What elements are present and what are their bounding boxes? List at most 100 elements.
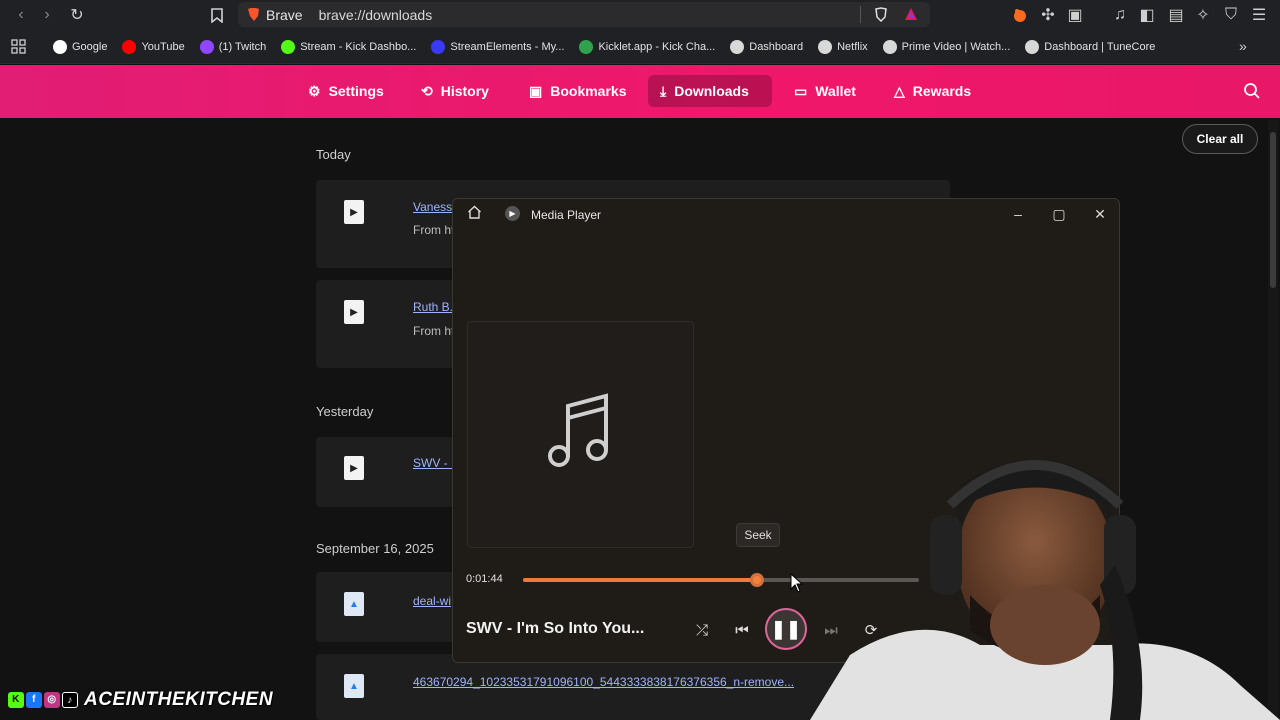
bookmark-label: YouTube (141, 41, 185, 53)
download-link[interactable]: SWV - I (413, 456, 454, 470)
channel-banner: K f ◎ ♪ ACEINTHEKITCHEN (8, 688, 273, 712)
bookmark-favicon-icon (281, 40, 296, 54)
bookmark-item[interactable]: Netflix (818, 40, 868, 54)
bookmark-item[interactable]: Kicklet.app - Kick Cha... (579, 40, 715, 54)
bookmark-item[interactable]: Dashboard | TuneCore (1025, 40, 1155, 54)
bookmarks-icon: ▣ (529, 82, 543, 99)
leo-ai-icon[interactable]: ✧ (1190, 2, 1216, 28)
seek-tooltip: Seek (736, 523, 780, 547)
bookmark-favicon-icon (818, 40, 833, 54)
url-text: brave://downloads (318, 6, 433, 23)
previous-track-icon[interactable]: ⏮ (731, 619, 753, 641)
download-link[interactable]: deal-wi (413, 594, 451, 608)
nav-rewards[interactable]: △ Rewards (882, 75, 983, 107)
bookmark-item[interactable]: (1) Twitch (199, 40, 266, 54)
nav-history[interactable]: ⟲ History (409, 75, 501, 107)
url-divider (860, 6, 861, 23)
download-link[interactable]: Ruth B. (413, 300, 453, 314)
more-bookmarks-icon[interactable]: » (1239, 38, 1247, 54)
pause-button[interactable]: ❚❚ (765, 608, 807, 650)
video-file-icon: ▶ (344, 200, 364, 224)
minimize-icon[interactable]: – (1006, 203, 1030, 225)
history-icon: ⟲ (421, 82, 433, 99)
download-source: From ht (413, 223, 455, 237)
bookmark-item[interactable]: Stream - Kick Dashbo... (281, 40, 416, 54)
download-link[interactable]: 463670294_10233531791096100_544333383817… (413, 675, 794, 689)
nav-downloads[interactable]: ⤓ Downloads (648, 75, 772, 107)
apps-grid-icon[interactable] (11, 39, 26, 57)
instagram-icon: ◎ (44, 692, 60, 708)
close-icon[interactable]: ✕ (1088, 203, 1112, 225)
tiktok-icon: ♪ (62, 692, 78, 708)
address-bar: ‹ › ↻ Brave brave://downloads ✣ ▣ ♫ ◧ ▤ (0, 0, 1280, 30)
brave-shields-icon[interactable] (874, 7, 888, 25)
back-icon[interactable]: ‹ (8, 2, 34, 28)
mouse-cursor (790, 573, 804, 593)
rewards-triangle-icon: △ (894, 82, 905, 99)
screen: ‹ › ↻ Brave brave://downloads ✣ ▣ ♫ ◧ ▤ (0, 0, 1280, 720)
webcam-overlay (810, 445, 1280, 720)
section-september-16: September 16, 2025 (316, 541, 434, 556)
bookmark-favicon-icon (199, 40, 214, 54)
elapsed-time: 0:01:44 (466, 573, 503, 585)
menu-icon[interactable]: ☰ (1246, 2, 1272, 28)
bookmark-page-icon[interactable] (204, 2, 230, 28)
nav-bookmarks[interactable]: ▣ Bookmarks (517, 75, 639, 107)
maximize-icon[interactable]: ▢ (1047, 203, 1071, 225)
nav-settings-label: Settings (328, 83, 384, 99)
wallet-icon: ▭ (794, 82, 808, 99)
vpn-shield-icon[interactable]: ⛉ (1218, 2, 1244, 28)
music-note-icon (545, 392, 617, 477)
bookmark-item[interactable]: Prime Video | Watch... (882, 40, 1011, 54)
gear-icon: ⚙ (308, 82, 321, 99)
seek-thumb[interactable] (749, 573, 764, 587)
url-field[interactable]: Brave brave://downloads (238, 2, 930, 27)
forward-icon[interactable]: › (34, 2, 60, 28)
home-icon[interactable] (467, 205, 483, 221)
bookmark-label: Prime Video | Watch... (901, 41, 1011, 53)
screenshot-icon[interactable]: ▣ (1062, 2, 1088, 28)
scrollbar-thumb[interactable] (1270, 132, 1276, 288)
facebook-icon: f (26, 692, 42, 708)
bookmark-item[interactable]: Google (53, 40, 107, 54)
search-icon[interactable] (1243, 82, 1261, 105)
clear-all-button[interactable]: Clear all (1182, 124, 1258, 154)
bookmark-favicon-icon (122, 40, 137, 54)
nav-history-label: History (440, 83, 489, 99)
seek-progress (523, 578, 757, 582)
bookmark-item[interactable]: YouTube (122, 40, 185, 54)
brave-lion-icon (247, 7, 260, 25)
bookmark-favicon-icon (53, 40, 67, 54)
video-file-icon: ▶ (344, 300, 364, 324)
wallet-icon[interactable]: ▤ (1163, 2, 1189, 28)
image-file-icon: ▲ (344, 592, 364, 616)
bookmark-favicon-icon (1025, 40, 1040, 54)
shuffle-icon[interactable]: ⤮ (691, 619, 713, 641)
bookmark-favicon-icon (579, 40, 594, 54)
nav-bookmarks-label: Bookmarks (550, 83, 627, 99)
bookmark-item[interactable]: Dashboard (730, 40, 803, 54)
bookmark-label: StreamElements - My... (450, 41, 565, 53)
media-player-app-icon: ▶ (505, 206, 520, 221)
nav-downloads-label: Downloads (674, 83, 749, 99)
bookmark-label: Dashboard | TuneCore (1044, 41, 1156, 53)
bookmark-item[interactable]: StreamElements - My... (431, 40, 564, 54)
image-file-icon: ▲ (344, 674, 364, 698)
brave-rewards-icon[interactable] (904, 7, 918, 24)
bookmark-favicon-icon (730, 40, 745, 54)
channel-name: ACEINTHEKITCHEN (84, 689, 274, 710)
bookmark-label: Google (72, 41, 108, 53)
nav-settings[interactable]: ⚙ Settings (296, 75, 396, 107)
download-icon: ⤓ (660, 82, 667, 99)
browser-brand: Brave (266, 6, 303, 23)
extensions-puzzle-icon[interactable]: ✣ (1035, 2, 1061, 28)
kick-icon: K (8, 692, 24, 708)
extension-orange-icon[interactable] (1012, 7, 1028, 28)
bookmark-label: Dashboard (749, 41, 804, 53)
bookmark-favicon-icon (882, 40, 897, 54)
album-art (467, 321, 694, 548)
media-icon[interactable]: ♫ (1107, 2, 1133, 28)
reload-icon[interactable]: ↻ (64, 2, 90, 28)
sidebar-icon[interactable]: ◧ (1134, 2, 1160, 28)
nav-wallet[interactable]: ▭ Wallet (782, 75, 868, 107)
